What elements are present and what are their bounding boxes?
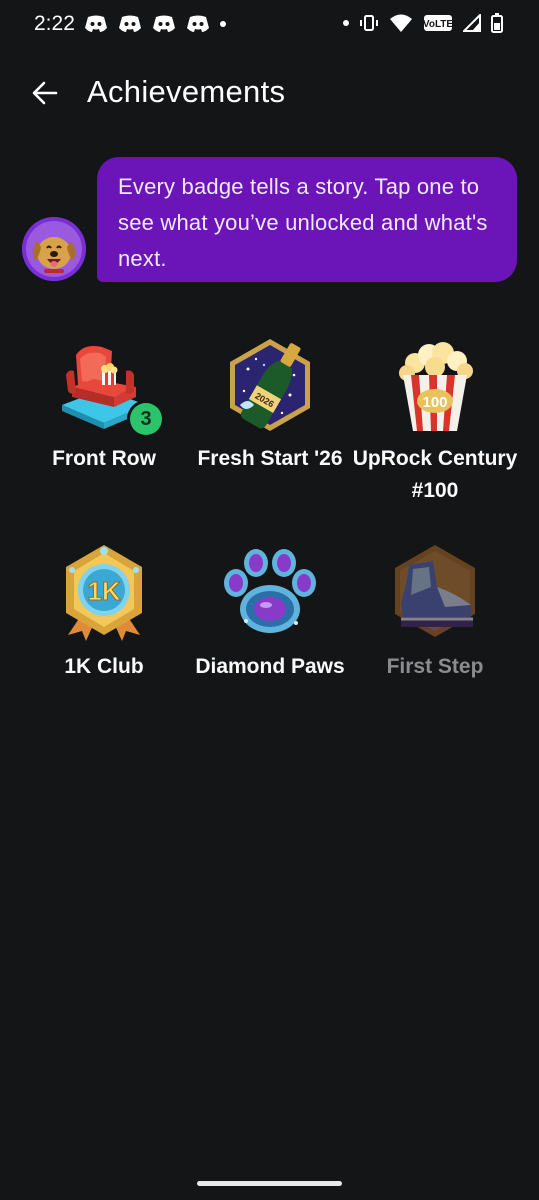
discord-icon bbox=[84, 14, 108, 34]
badge-fresh-start-26[interactable]: 2026 Fresh Start '26 bbox=[185, 335, 355, 475]
badge-label: Diamond Paws bbox=[195, 655, 345, 678]
discord-icon bbox=[152, 14, 176, 34]
discord-icon bbox=[186, 14, 210, 34]
signal-icon bbox=[463, 14, 481, 32]
status-bar: 2:22 VoLTE bbox=[0, 0, 539, 48]
badge-uprock-century-100[interactable]: 100 UpRock Century #100 bbox=[350, 335, 520, 507]
dog-mascot-avatar bbox=[22, 217, 86, 281]
svg-text:VoLTE: VoLTE bbox=[423, 19, 453, 30]
volte-icon: VoLTE bbox=[423, 14, 453, 32]
badge-first-step[interactable]: First Step bbox=[350, 543, 520, 683]
sneaker-icon bbox=[385, 543, 485, 643]
wifi-icon bbox=[389, 13, 413, 33]
notification-icons bbox=[84, 14, 226, 34]
badge-front-row[interactable]: 3 Front Row bbox=[19, 335, 189, 475]
1k-shield-icon: 1K bbox=[54, 543, 154, 643]
svg-text:100: 100 bbox=[422, 394, 447, 411]
home-indicator[interactable] bbox=[197, 1181, 342, 1186]
badge-diamond-paws[interactable]: Diamond Paws bbox=[185, 543, 355, 683]
badge-label: Fresh Start '26 bbox=[197, 447, 343, 470]
system-icons: VoLTE bbox=[343, 13, 503, 33]
badge-count: 3 bbox=[130, 403, 162, 435]
status-time: 2:22 bbox=[34, 12, 75, 35]
page-title: Achievements bbox=[87, 74, 286, 109]
diamond-paw-icon bbox=[220, 543, 320, 643]
badge-label: First Step bbox=[386, 655, 484, 678]
champagne-2026-icon: 2026 bbox=[220, 335, 320, 435]
app-header: Achievements bbox=[0, 64, 539, 122]
badge-label: Front Row bbox=[52, 447, 156, 470]
cinema-seat-icon: 3 bbox=[54, 335, 162, 435]
badge-label: 1K Club bbox=[64, 655, 144, 678]
battery-icon bbox=[491, 13, 503, 33]
intro-message-bubble: Every badge tells a story. Tap one to se… bbox=[97, 157, 517, 282]
badge-1k-club[interactable]: 1K 1K Club bbox=[19, 543, 189, 683]
popcorn-100-icon: 100 bbox=[385, 335, 485, 435]
badge-label: UpRock Century #100 bbox=[352, 447, 518, 502]
discord-icon bbox=[118, 14, 142, 34]
back-button[interactable] bbox=[28, 76, 62, 110]
status-dot bbox=[343, 20, 349, 26]
vibrate-icon bbox=[359, 13, 379, 33]
arrow-left-icon bbox=[32, 81, 58, 105]
more-notifications-dot bbox=[220, 21, 226, 27]
svg-text:1K: 1K bbox=[87, 576, 120, 606]
